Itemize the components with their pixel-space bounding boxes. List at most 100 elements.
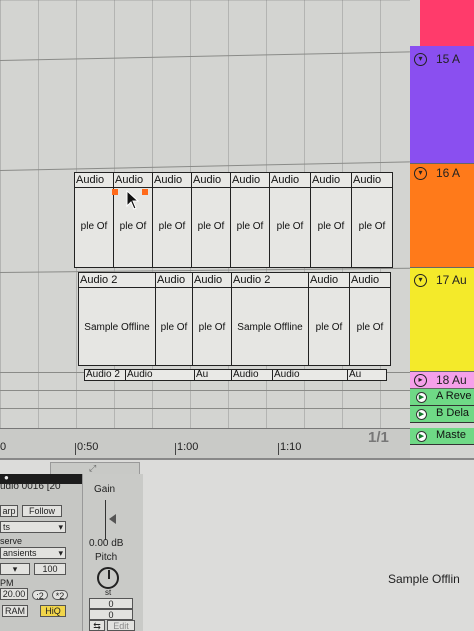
chevron-down-icon[interactable]: ▾ <box>414 167 427 180</box>
hiq-button[interactable]: HiQ <box>40 605 66 617</box>
audio-clip[interactable]: Au <box>347 369 387 381</box>
ruler-label: 0:50 <box>77 441 99 453</box>
audio-clip[interactable]: Audio ple Of <box>155 272 193 366</box>
ruler-tick <box>175 443 176 455</box>
return-track-a[interactable]: ▶ A Reve <box>410 389 474 406</box>
audio-clip[interactable]: Audio ple Of <box>192 272 232 366</box>
warp-button[interactable]: arp <box>0 505 18 517</box>
chevron-down-icon: ▾ <box>58 522 63 532</box>
lane-divider <box>0 408 410 409</box>
clip-title: Audio <box>231 173 269 188</box>
select-value: ansients <box>3 548 37 558</box>
resize-icon: ⤢ <box>89 463 97 473</box>
edit-button[interactable]: Edit <box>107 620 135 631</box>
grain-select[interactable]: ▾ <box>0 563 30 575</box>
double-tempo-button[interactable]: *2 <box>52 590 68 601</box>
half-tempo-button[interactable]: :2 <box>32 590 48 601</box>
track-header-16[interactable]: ▾ 16 A <box>410 164 474 268</box>
audio-clip[interactable]: Audio ple Of <box>349 272 391 366</box>
audio-clip[interactable]: Audio 2 <box>84 369 126 381</box>
clip-selection-handle[interactable] <box>112 189 118 195</box>
play-icon[interactable]: ▶ <box>416 392 427 403</box>
clip-status: ple Of <box>356 322 384 333</box>
ruler-tick <box>75 443 76 455</box>
clip-title: Au <box>195 370 231 380</box>
clip-title: Audio 2 <box>232 273 308 288</box>
audio-clip[interactable]: Audio 2 Sample Offline <box>78 272 156 366</box>
track-name: 15 A <box>436 52 461 66</box>
clip-name: udio 0016 [20 <box>0 481 61 492</box>
clip-status: ple Of <box>358 221 386 232</box>
chevron-down-icon[interactable]: ▾ <box>414 274 427 287</box>
clip-title: Audio <box>352 173 392 188</box>
clip-status: Sample Offline <box>84 322 150 333</box>
chevron-down-icon[interactable]: ▾ <box>414 53 427 66</box>
clip-status: ple Of <box>160 322 188 333</box>
audio-clip[interactable]: Audio ple Of <box>310 172 352 268</box>
arrangement-view: Audio ple Of Audio ple Of Audio ple Of Audi… <box>0 0 474 631</box>
audio-clip[interactable]: Audio ple Of <box>230 172 270 268</box>
track-header-18[interactable]: ▸ 18 Au <box>410 372 474 389</box>
warp-mode-select[interactable]: ansients ▾ <box>0 547 66 559</box>
lane-divider <box>0 390 410 391</box>
audio-clip[interactable]: Audio ple Of <box>113 172 153 268</box>
clip-title: Audio 2 <box>79 273 155 288</box>
audio-clip[interactable]: Audio <box>272 369 348 381</box>
cents-field[interactable]: 0 <box>89 609 133 620</box>
play-icon[interactable]: ▶ <box>416 409 427 420</box>
page-indicator[interactable]: 1/1 <box>368 429 389 446</box>
play-icon[interactable]: ▶ <box>416 431 427 442</box>
clip-title: Audio 2 <box>85 370 125 380</box>
pitch-knob[interactable] <box>97 567 119 589</box>
track-header-15[interactable]: ▾ 15 A <box>410 46 474 164</box>
audio-clip[interactable]: Audio ple Of <box>191 172 231 268</box>
clip-title: Audio <box>192 173 230 188</box>
audio-clip[interactable]: Audio <box>125 369 195 381</box>
lane-18-clips: Audio 2 Audio Au Audio Audio Au <box>84 369 390 381</box>
track-header-top[interactable] <box>420 0 474 46</box>
gain-slider[interactable] <box>105 500 106 540</box>
audio-clip[interactable]: Audio ple Of <box>152 172 192 268</box>
audio-clip[interactable]: Audio ple Of <box>74 172 114 268</box>
follow-button[interactable]: Follow <box>22 505 62 517</box>
bpm-label: PM <box>0 578 14 588</box>
clip-status: ple Of <box>276 221 304 232</box>
return-track-b[interactable]: ▶ B Dela <box>410 406 474 423</box>
clip-title: Audio <box>273 370 347 380</box>
chevron-down-icon: ▾ <box>12 564 18 574</box>
audio-clip[interactable]: Audio ple Of <box>351 172 393 268</box>
sample-editor-label: Sample Offlin <box>388 572 460 586</box>
track-name: A Reve <box>436 390 472 402</box>
audio-clip[interactable]: Audio ple Of <box>269 172 311 268</box>
semitone-field[interactable]: 0 <box>89 598 133 609</box>
audio-clip[interactable]: Audio ple Of <box>308 272 350 366</box>
ram-button[interactable]: RAM <box>2 605 28 617</box>
chevron-down-icon: ▾ <box>58 548 63 558</box>
ruler-tick <box>278 443 279 455</box>
master-track[interactable]: ▶ Maste <box>410 428 474 445</box>
grain-value[interactable]: 100 <box>34 563 66 575</box>
gain-value: 0.00 dB <box>89 538 124 549</box>
audio-clip[interactable]: Audio 2 Sample Offline <box>231 272 309 366</box>
clip-title: Audio <box>309 273 349 288</box>
audio-clip[interactable]: Audio <box>231 369 273 381</box>
clip-title: Audio <box>311 173 351 188</box>
chevron-right-icon[interactable]: ▸ <box>414 374 427 387</box>
edit-icon-button[interactable]: ⇆ <box>89 620 105 631</box>
audio-clip[interactable]: Au <box>194 369 232 381</box>
select-value: ts <box>3 522 11 532</box>
signature-select[interactable]: ts ▾ <box>0 521 66 533</box>
clip-status: ple Of <box>198 322 226 333</box>
bpm-field[interactable]: 20.00 <box>0 588 28 600</box>
gain-label: Gain <box>94 484 116 495</box>
gain-slider-handle[interactable] <box>109 514 116 524</box>
clip-status: ple Of <box>315 322 343 333</box>
track-name: Maste <box>436 429 466 441</box>
ruler-label: 1:10 <box>280 441 302 453</box>
clip-title: Audio <box>126 370 194 380</box>
clip-status: ple Of <box>236 221 264 232</box>
track-header-17[interactable]: ▾ 17 Au <box>410 268 474 372</box>
clip-status: ple Of <box>80 221 108 232</box>
clip-selection-handle[interactable] <box>142 189 148 195</box>
time-ruler[interactable]: 0 0:50 1:00 1:10 1/1 <box>0 428 410 459</box>
